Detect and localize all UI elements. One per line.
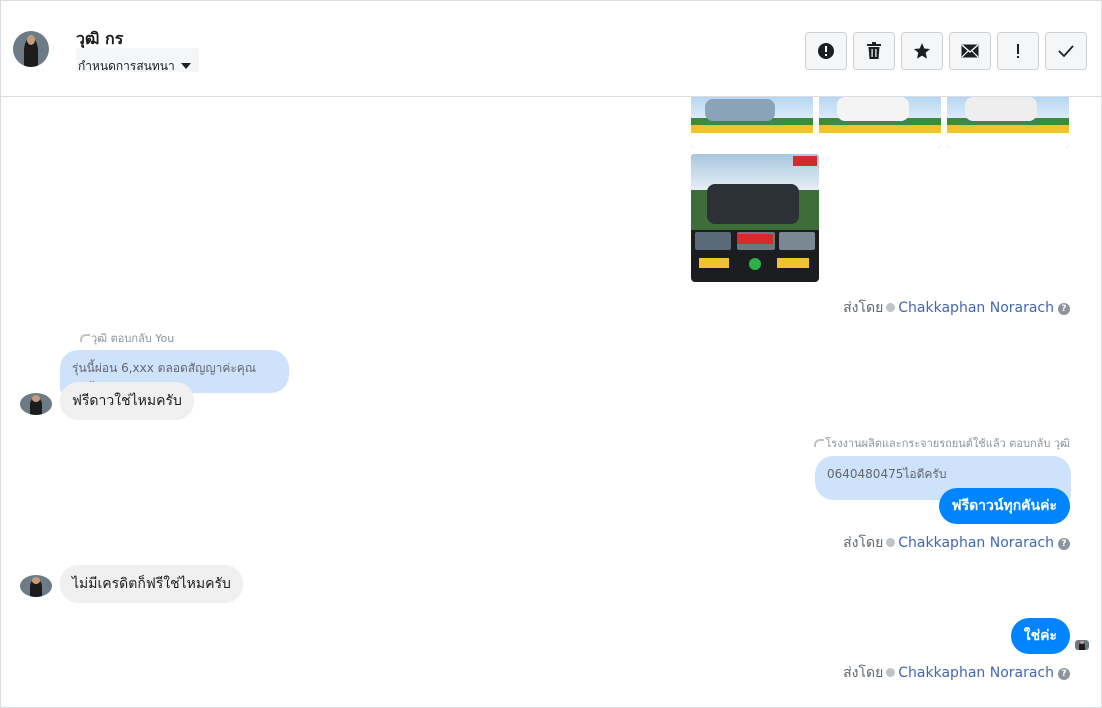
help-icon[interactable]: ?: [1058, 303, 1070, 315]
help-icon[interactable]: ?: [1058, 668, 1070, 680]
reply-label: โรงงานผลิตและกระจายรถยนต์ใช้แล้ว ตอบกลับ…: [814, 434, 1070, 452]
sent-by-prefix: ส่งโดย: [843, 665, 884, 681]
reply-label: วุฒิ ตอบกลับ You: [80, 329, 174, 347]
exclamation-icon: [1017, 44, 1019, 58]
sent-by-meta: ส่งโดย Chakkaphan Norarach?: [843, 297, 1070, 319]
follow-up-button[interactable]: [997, 32, 1039, 70]
conversation-panel: ส่งโดย Chakkaphan Norarach? วุฒิ ตอบกลับ …: [0, 0, 1102, 708]
reply-arrow-icon: [80, 334, 90, 342]
assign-label: กำหนดการสนทนา: [78, 59, 175, 72]
page-icon: [886, 303, 896, 312]
star-button[interactable]: [901, 32, 943, 70]
sent-by-prefix: ส่งโดย: [843, 300, 884, 316]
seen-avatar: [1075, 640, 1089, 650]
reply-label-text: วุฒิ ตอบกลับ You: [91, 332, 175, 345]
contact-avatar[interactable]: [13, 31, 49, 67]
conversation-header: วุฒิ กร กำหนดการสนทนา: [1, 1, 1101, 97]
sent-by-meta: ส่งโดย Chakkaphan Norarach?: [843, 532, 1070, 554]
page-icon: [886, 668, 896, 677]
trash-icon: [867, 42, 881, 59]
header-toolbar: [805, 32, 1087, 70]
sender-name-link[interactable]: Chakkaphan Norarach: [898, 665, 1054, 681]
delete-button[interactable]: [853, 32, 895, 70]
reply-arrow-icon: [814, 439, 825, 447]
alert-circle-icon: [818, 43, 834, 59]
sent-by-prefix: ส่งโดย: [843, 535, 884, 551]
sent-by-meta: ส่งโดย Chakkaphan Norarach?: [843, 662, 1070, 684]
help-icon[interactable]: ?: [1058, 538, 1070, 550]
contact-avatar[interactable]: [20, 575, 52, 597]
mark-spam-button[interactable]: [805, 32, 847, 70]
incoming-message[interactable]: ไม่มีเครดิตก็ฟรีใช่ไหมครับ: [60, 565, 243, 603]
caret-down-icon: [180, 63, 191, 69]
star-icon: [914, 43, 930, 59]
incoming-message[interactable]: ฟรีดาวใช่ไหมครับ: [60, 382, 194, 420]
mark-unread-button[interactable]: [949, 32, 991, 70]
contact-avatar[interactable]: [20, 393, 52, 415]
outgoing-message[interactable]: ใช่ค่ะ: [1010, 618, 1070, 654]
reply-label-text: โรงงานผลิตและกระจายรถยนต์ใช้แล้ว ตอบกลับ…: [825, 437, 1070, 450]
sender-name-link[interactable]: Chakkaphan Norarach: [898, 300, 1054, 316]
attachment-image[interactable]: [691, 154, 819, 282]
envelope-icon: [961, 44, 979, 58]
sender-name-link[interactable]: Chakkaphan Norarach: [898, 535, 1054, 551]
outgoing-message[interactable]: ฟรีดาวน์ทุกคันค่ะ: [938, 488, 1070, 524]
page-icon: [886, 538, 896, 547]
mark-done-button[interactable]: [1045, 32, 1087, 70]
assign-conversation-dropdown[interactable]: กำหนดการสนทนา: [76, 48, 199, 72]
check-icon: [1058, 45, 1074, 58]
